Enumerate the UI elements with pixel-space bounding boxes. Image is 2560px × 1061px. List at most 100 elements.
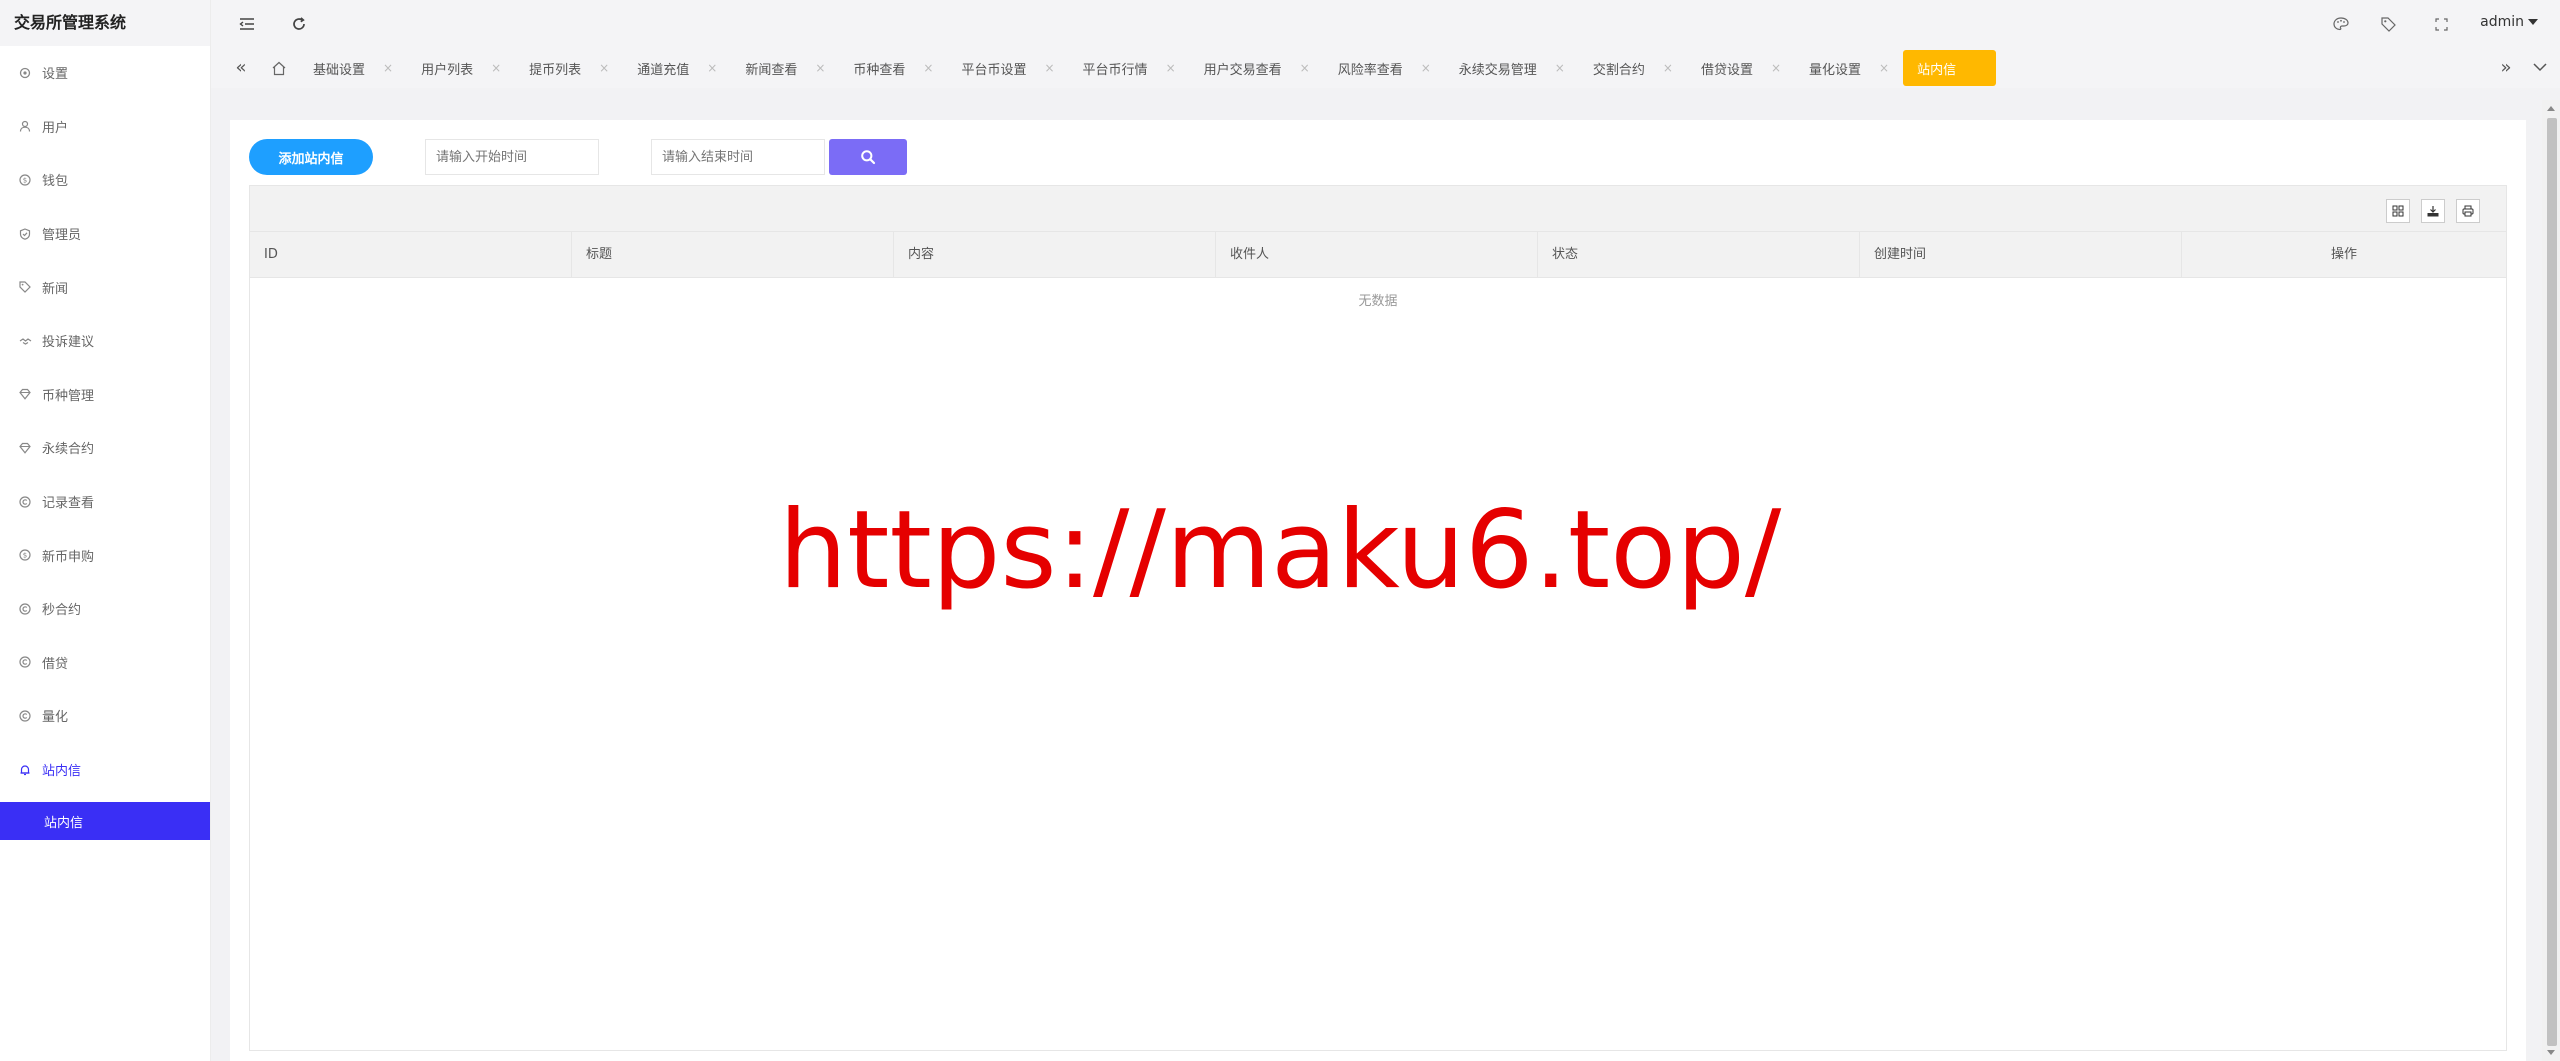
tab-basic-settings[interactable]: 基础设置 × <box>299 50 407 86</box>
column-header-id: ID <box>250 232 572 278</box>
close-icon[interactable]: × <box>1421 61 1431 75</box>
menu-fold-icon[interactable] <box>238 15 256 33</box>
close-icon[interactable]: × <box>923 61 933 75</box>
close-icon[interactable]: × <box>383 61 393 75</box>
sidebar-item-news[interactable]: 新闻 <box>0 260 210 314</box>
column-header-status: 状态 <box>1538 232 1860 278</box>
close-icon[interactable]: × <box>707 61 717 75</box>
tab-label: 通道充值 <box>637 62 690 78</box>
caret-down-icon <box>2528 19 2538 25</box>
close-icon[interactable]: × <box>1044 61 1054 75</box>
add-message-button[interactable]: 添加站内信 <box>249 139 373 175</box>
column-header-content: 内容 <box>894 232 1216 278</box>
tab-bar: « 基础设置 × 用户列表 × 提币列表 × 通道充值 × 新闻查看 × 币种查看 × 平台… <box>211 48 2560 88</box>
sidebar-item-label: 借贷 <box>42 656 69 672</box>
close-icon[interactable]: × <box>1879 61 1889 75</box>
sidebar-item-settings[interactable]: 设置 <box>0 46 210 100</box>
username: admin <box>2480 14 2524 30</box>
print-icon[interactable] <box>2456 199 2480 223</box>
fullscreen-icon[interactable] <box>2432 15 2450 33</box>
refresh-icon[interactable] <box>290 15 308 33</box>
tab-label: 币种查看 <box>853 62 906 78</box>
shield-icon <box>18 227 32 241</box>
tab-risk-rate[interactable]: 风险率查看 × <box>1324 50 1445 86</box>
page-scrollbar[interactable] <box>2542 100 2560 1061</box>
data-table: ID 标题 内容 收件人 状态 创建时间 操作 无数据 <box>249 185 2507 1051</box>
svg-text:$: $ <box>23 176 27 184</box>
bell-icon <box>18 763 32 777</box>
tab-label: 平台币设置 <box>961 62 1027 78</box>
close-icon[interactable]: × <box>1771 61 1781 75</box>
home-icon <box>272 61 286 75</box>
end-time-input[interactable] <box>651 139 825 175</box>
close-icon[interactable]: × <box>599 61 609 75</box>
sidebar-item-currencies[interactable]: 币种管理 <box>0 368 210 422</box>
sidebar-subitem-messages[interactable]: 站内信 <box>0 802 210 841</box>
tab-currency-view[interactable]: 币种查看 × <box>839 50 947 86</box>
close-icon[interactable]: × <box>1555 61 1565 75</box>
theme-palette-icon[interactable] <box>2332 15 2350 33</box>
sidebar-item-quant[interactable]: 量化 <box>0 689 210 743</box>
tab-scroll-left-icon[interactable]: « <box>231 57 251 78</box>
search-button[interactable] <box>829 139 907 175</box>
tab-loan-settings[interactable]: 借贷设置 × <box>1687 50 1795 86</box>
sidebar-item-label: 量化 <box>42 710 69 726</box>
coin-icon: $ <box>18 173 32 187</box>
tab-scroll-right-icon[interactable]: » <box>2496 57 2516 78</box>
tag-icon <box>18 280 32 294</box>
copyright-icon <box>18 709 32 723</box>
sidebar-item-messages[interactable]: 站内信 <box>0 743 210 797</box>
scroll-down-icon[interactable] <box>2547 1050 2555 1055</box>
tab-label: 提币列表 <box>529 62 582 78</box>
empty-state: 无数据 <box>1358 294 1398 309</box>
close-icon[interactable]: × <box>1300 61 1310 75</box>
tab-platform-coin-settings[interactable]: 平台币设置 × <box>947 50 1068 86</box>
tab-news-view[interactable]: 新闻查看 × <box>731 50 839 86</box>
search-icon <box>861 150 876 165</box>
sidebar-item-records[interactable]: 记录查看 <box>0 475 210 529</box>
tab-label: 新闻查看 <box>745 62 798 78</box>
sidebar-item-label: 用户 <box>42 120 69 136</box>
sidebar-item-feedback[interactable]: 投诉建议 <box>0 314 210 368</box>
sidebar: 交易所管理系统 设置 用户 $ 钱包 管理员 新闻 投诉建议 币种管理 永续合约… <box>0 0 211 1061</box>
sidebar-item-second-contract[interactable]: 秒合约 <box>0 582 210 636</box>
tab-quant-settings[interactable]: 量化设置 × <box>1795 50 1903 86</box>
sidebar-item-label: 站内信 <box>42 764 82 780</box>
columns-filter-icon[interactable] <box>2386 199 2410 223</box>
sidebar-item-admins[interactable]: 管理员 <box>0 207 210 261</box>
close-icon[interactable]: × <box>815 61 825 75</box>
tag-icon[interactable] <box>2379 15 2397 33</box>
tab-messages[interactable]: 站内信 <box>1903 50 1997 86</box>
sidebar-item-perpetual[interactable]: 永续合约 <box>0 421 210 475</box>
diamond-icon <box>18 387 32 401</box>
scrollbar-thumb[interactable] <box>2547 118 2557 1046</box>
sidebar-item-ipo[interactable]: $ 新币申购 <box>0 528 210 582</box>
sidebar-item-wallet[interactable]: $ 钱包 <box>0 153 210 207</box>
scroll-up-icon[interactable] <box>2547 106 2555 111</box>
close-icon[interactable]: × <box>1663 61 1673 75</box>
sidebar-item-users[interactable]: 用户 <box>0 100 210 154</box>
tab-user-list[interactable]: 用户列表 × <box>407 50 515 86</box>
tab-perpetual-trades[interactable]: 永续交易管理 × <box>1445 50 1579 86</box>
table-header: ID 标题 内容 收件人 状态 创建时间 操作 <box>250 232 2506 278</box>
gear-icon <box>18 66 32 80</box>
tab-label: 交割合约 <box>1592 62 1645 78</box>
tab-delivery-contract[interactable]: 交割合约 × <box>1579 50 1687 86</box>
copyright-icon <box>18 655 32 669</box>
tab-withdraw-list[interactable]: 提币列表 × <box>515 50 623 86</box>
tab-channel-recharge[interactable]: 通道充值 × <box>623 50 731 86</box>
column-header-created-at: 创建时间 <box>1860 232 2182 278</box>
export-icon[interactable] <box>2421 199 2445 223</box>
sidebar-item-label: 新币申购 <box>42 549 95 565</box>
tab-label: 用户列表 <box>421 62 474 78</box>
user-menu[interactable]: admin <box>2480 14 2538 30</box>
close-icon[interactable]: × <box>1166 61 1176 75</box>
tab-platform-coin-market[interactable]: 平台币行情 × <box>1069 50 1190 86</box>
chevron-down-icon[interactable] <box>2530 57 2550 77</box>
tab-user-trades[interactable]: 用户交易查看 × <box>1190 50 1324 86</box>
column-header-actions: 操作 <box>2330 247 2357 262</box>
tab-home[interactable] <box>271 50 299 86</box>
sidebar-item-loan[interactable]: 借贷 <box>0 636 210 690</box>
start-time-input[interactable] <box>425 139 599 175</box>
close-icon[interactable]: × <box>491 61 501 75</box>
